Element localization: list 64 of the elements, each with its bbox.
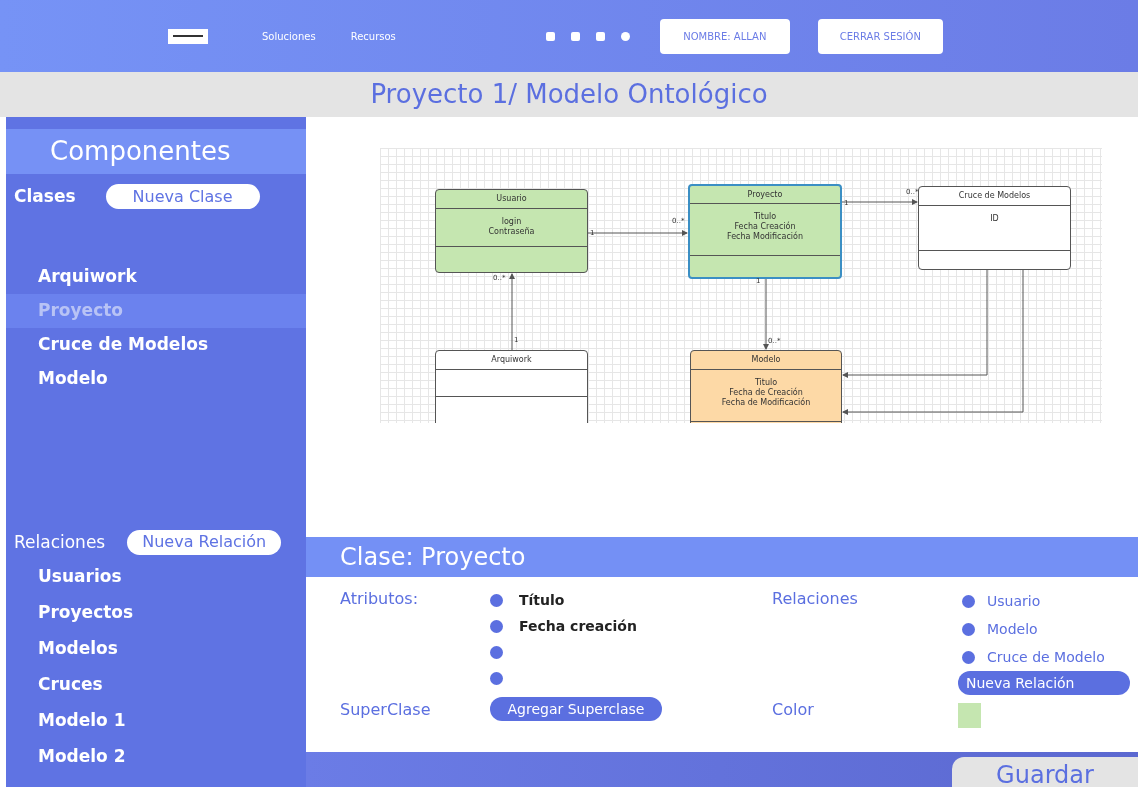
class-list-item[interactable]: Modelo — [6, 361, 306, 396]
logout-button[interactable]: CERRAR SESIÓN — [817, 18, 943, 54]
nav-link[interactable]: Recursos — [350, 28, 396, 44]
new-class-button[interactable]: Nueva Clase — [105, 184, 260, 210]
class-list-item[interactable]: Cruce de Modelos — [6, 327, 306, 362]
bullet-icon — [962, 622, 975, 636]
relation-list-item[interactable]: Modelo 1 — [6, 703, 306, 739]
field-label: Relaciones — [772, 588, 859, 610]
logo-icon[interactable] — [168, 28, 208, 44]
connector-arrow[interactable] — [841, 199, 918, 205]
relation-text: Cruce de Modelo — [987, 647, 1105, 667]
class-attribute: Titulo — [754, 378, 778, 387]
class-attribute: Fecha Modificación — [727, 232, 803, 242]
relation-list-item[interactable]: Proyectos — [6, 595, 306, 631]
class-attribute: Contraseña — [488, 227, 535, 237]
uml-class[interactable]: Cruce de Modelos ID — [918, 186, 1071, 270]
attribute-text: Título — [519, 590, 565, 610]
field-label: SuperClase — [340, 699, 432, 721]
class-attribute: Fecha Creación — [734, 222, 796, 231]
section-label: Clases — [14, 185, 76, 208]
relation-text: Modelo — [987, 619, 1038, 639]
add-superclass-button[interactable]: Agregar Superclase — [490, 697, 662, 721]
class-attribute: Fecha de Creación — [729, 388, 803, 397]
field-label: Atributos: — [340, 588, 420, 610]
relation-text: Usuario — [987, 591, 1041, 611]
page-title: Proyecto 1/ Modelo Ontológico — [370, 78, 768, 111]
bullet-icon — [490, 619, 503, 633]
uml-class[interactable]: Proyecto Titulo Fecha Creación Fecha Modificación — [688, 184, 842, 279]
class-name: Usuario — [496, 193, 527, 205]
uml-class[interactable]: Arquiwork — [435, 350, 588, 423]
bullet-icon — [490, 593, 503, 607]
class-list-item[interactable]: Arquiwork — [6, 259, 306, 294]
new-relation-button[interactable]: Nueva Relación — [958, 671, 1130, 695]
relation-list-item[interactable]: Modelos — [6, 631, 306, 667]
relation-list-item[interactable]: Cruces — [6, 667, 306, 703]
relation-list-item[interactable]: Usuarios — [6, 559, 306, 595]
class-name: Modelo — [751, 354, 781, 366]
bullet-icon — [962, 594, 975, 608]
field-label: Color — [772, 699, 815, 721]
class-attribute: login — [501, 217, 522, 227]
connector-arrow[interactable] — [587, 230, 688, 236]
bullet-icon — [962, 650, 975, 664]
connector-arrow[interactable] — [763, 278, 769, 350]
uml-class[interactable]: Usuario login Contraseña — [435, 189, 588, 273]
detail-title: Clase: Proyecto — [340, 542, 526, 573]
bullet-icon — [490, 671, 503, 685]
nav-link[interactable]: Soluciones — [262, 28, 316, 44]
class-attribute: Titulo — [753, 212, 777, 221]
attribute-text: Fecha creación — [519, 616, 637, 636]
class-name: Arquiwork — [491, 354, 532, 366]
class-name: Cruce de Modelos — [958, 190, 1031, 202]
sidebar-title: Componentes — [50, 135, 231, 168]
class-attribute: Fecha de Modificación — [721, 398, 811, 408]
class-attribute: ID — [990, 214, 999, 224]
uml-class[interactable]: Modelo Titulo Fecha de Creación Fecha de Modificación — [690, 350, 842, 423]
color-swatch[interactable] — [958, 703, 981, 728]
section-label: Relaciones — [14, 530, 106, 554]
connector-arrow[interactable] — [509, 273, 515, 351]
user-button[interactable]: NOMBRE: ALLAN — [659, 18, 790, 54]
bullet-icon — [490, 645, 503, 659]
relation-list-item[interactable]: Modelo 2 — [6, 739, 306, 775]
class-name: Proyecto — [747, 188, 783, 201]
save-button[interactable]: Guardar — [952, 757, 1138, 787]
new-relation-button[interactable]: Nueva Relación — [127, 529, 282, 555]
